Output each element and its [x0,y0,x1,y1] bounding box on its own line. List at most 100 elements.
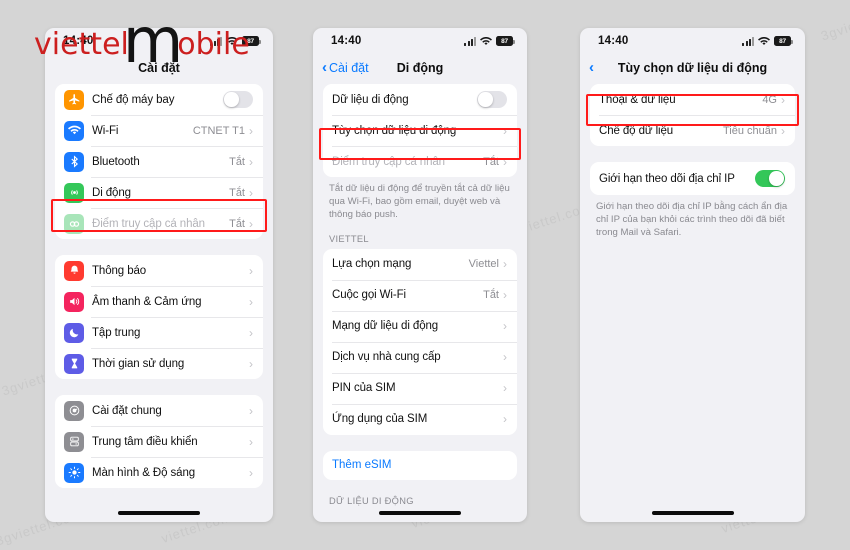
list-item-value: Tắt [483,289,499,302]
list-item-notifications[interactable]: Thông báo › [55,255,263,286]
status-indicators: 87 [210,36,261,46]
list-item-network-selection[interactable]: Lựa chọn mạng Viettel › [323,249,517,280]
chevron-right-icon: › [249,123,253,138]
chevron-right-icon: › [781,123,785,138]
settings-group-general: Cài đặt chung › Trung tâm điều khiển › M… [55,395,263,488]
list-item-limit-ip-tracking[interactable]: Giới hạn theo dõi địa chỉ IP [590,162,795,195]
list-item-focus[interactable]: Tập trung › [55,317,263,348]
airplane-icon [64,89,84,110]
nav-bar: Cài đặt [45,52,273,84]
chevron-right-icon: › [249,154,253,169]
list-item-wifi-calling[interactable]: Cuộc gọi Wi-Fi Tắt › [323,279,517,311]
chevron-right-icon: › [503,123,507,138]
chevron-right-icon: › [249,325,253,340]
list-item-label: Di động [92,186,131,199]
settings-group-voice-data: Thoại & dữ liệu 4G › Chế độ dữ liệu Tiêu… [590,84,795,146]
settings-list[interactable]: Dữ liệu di động Tùy chọn dữ liệu di động… [313,84,527,511]
wifi-icon [226,36,238,46]
status-bar: 14:40 87 [580,28,805,52]
list-item-label: Mạng dữ liệu di động [332,320,439,333]
settings-group-connectivity: Chế độ máy bay Wi-Fi CTNET T1 › Bluetoot… [55,84,263,239]
list-item-add-esim[interactable]: Thêm eSIM [323,451,517,480]
add-esim-label: Thêm eSIM [332,459,392,472]
ip-tracking-footnote: Giới hạn theo dõi địa chỉ IP bằng cách ẩ… [596,201,788,239]
list-item-display-brightness[interactable]: Màn hình & Độ sáng › [55,457,263,488]
home-indicator [651,511,734,515]
chevron-right-icon: › [503,288,507,303]
list-item-sim-pin[interactable]: PIN của SIM › [323,372,517,404]
list-item-personal-hotspot[interactable]: Điểm truy cập cá nhân Tắt › [323,146,517,177]
chevron-right-icon: › [781,92,785,107]
list-item-label: Âm thanh & Cảm ứng [92,295,202,308]
list-item-sim-applications[interactable]: Ứng dụng của SIM › [323,403,517,435]
list-item-carrier-services[interactable]: Dịch vụ nhà cung cấp › [323,341,517,373]
brightness-icon [64,462,84,483]
list-item-screen-time[interactable]: Thời gian sử dụng › [55,348,263,379]
list-item-value: Tắt [229,217,245,230]
wifi-icon [758,36,770,46]
list-item-label: Ứng dụng của SIM [332,413,428,426]
list-item-cellular-data[interactable]: Dữ liệu di động [323,84,517,115]
settings-group-cellular-data: Dữ liệu di động Tùy chọn dữ liệu di động… [323,84,517,177]
focus-moon-icon [64,322,84,343]
section-header-cellular-data: DỮ LIỆU DI ĐỘNG [329,495,414,506]
list-item-value: Tắt [483,155,499,168]
list-item-wifi[interactable]: Wi-Fi CTNET T1 › [55,115,263,146]
list-item-cellular-data-network[interactable]: Mạng dữ liệu di động › [323,310,517,342]
status-time: 14:40 [598,35,629,47]
list-item-data-mode[interactable]: Chế độ dữ liệu Tiêu chuẩn › [590,115,795,146]
list-item-label: Dịch vụ nhà cung cấp [332,351,441,364]
chevron-left-icon: ‹ [589,59,594,76]
settings-list[interactable]: Chế độ máy bay Wi-Fi CTNET T1 › Bluetoot… [45,84,273,488]
battery-icon: 87 [242,36,261,46]
page-title: Tùy chọn dữ liệu di động [617,61,768,75]
chevron-right-icon: › [249,263,253,278]
list-item-label: Điểm truy cập cá nhân [332,155,445,168]
list-item-label: Cài đặt chung [92,404,162,417]
list-item-label: Thoại & dữ liệu [599,93,676,106]
airplane-mode-toggle[interactable] [223,91,253,108]
list-item-general[interactable]: Cài đặt chung › [55,395,263,426]
list-item-value: Viettel [468,258,499,271]
chevron-right-icon: › [503,350,507,365]
cellular-bars-icon [210,36,222,46]
list-item-control-center[interactable]: Trung tâm điều khiển › [55,426,263,457]
chevron-right-icon: › [249,185,253,200]
list-item-value: Tắt [229,186,245,199]
chevron-right-icon: › [503,319,507,334]
list-item-sounds-haptics[interactable]: Âm thanh & Cảm ứng › [55,286,263,317]
settings-list[interactable]: Thoại & dữ liệu 4G › Chế độ dữ liệu Tiêu… [580,84,805,240]
cellular-bars-icon [742,36,754,46]
limit-ip-tracking-toggle[interactable] [755,170,785,187]
list-item-cellular[interactable]: Di động Tắt › [55,177,263,208]
status-indicators: 87 [742,36,793,46]
notifications-icon [64,260,84,281]
chevron-right-icon: › [503,412,507,427]
control-center-icon [64,431,84,452]
back-button[interactable]: ‹ Cài đặt [322,60,369,75]
chevron-right-icon: › [249,403,253,418]
list-item-cellular-data-options[interactable]: Tùy chọn dữ liệu di động › [323,115,517,146]
list-item-voice-and-data[interactable]: Thoại & dữ liệu 4G › [590,84,795,115]
cellular-data-footnote: Tắt dữ liệu di động để truyền tắt cả dữ … [329,183,510,221]
list-item-personal-hotspot[interactable]: Điểm truy cập cá nhân Tắt › [55,208,263,239]
chevron-right-icon: › [503,154,507,169]
hotspot-icon [64,213,84,234]
wifi-icon [64,120,84,141]
cellular-icon [64,182,84,203]
list-item-airplane-mode[interactable]: Chế độ máy bay [55,84,263,115]
list-item-value: Tiêu chuẩn [722,124,777,137]
list-item-value: Tắt [229,155,245,168]
settings-group-ip-tracking: Giới hạn theo dõi địa chỉ IP [590,162,795,195]
cellular-data-toggle[interactable] [477,91,507,108]
sound-icon [64,291,84,312]
home-indicator [118,511,200,515]
list-item-label: Thời gian sử dụng [92,357,185,370]
chevron-right-icon: › [249,294,253,309]
chevron-right-icon: › [503,381,507,396]
settings-group-add-esim: Thêm eSIM [323,450,517,480]
status-time: 14:40 [63,35,94,47]
back-button[interactable]: ‹ [589,59,594,76]
cellular-bars-icon [464,36,476,46]
list-item-bluetooth[interactable]: Bluetooth Tắt › [55,146,263,177]
